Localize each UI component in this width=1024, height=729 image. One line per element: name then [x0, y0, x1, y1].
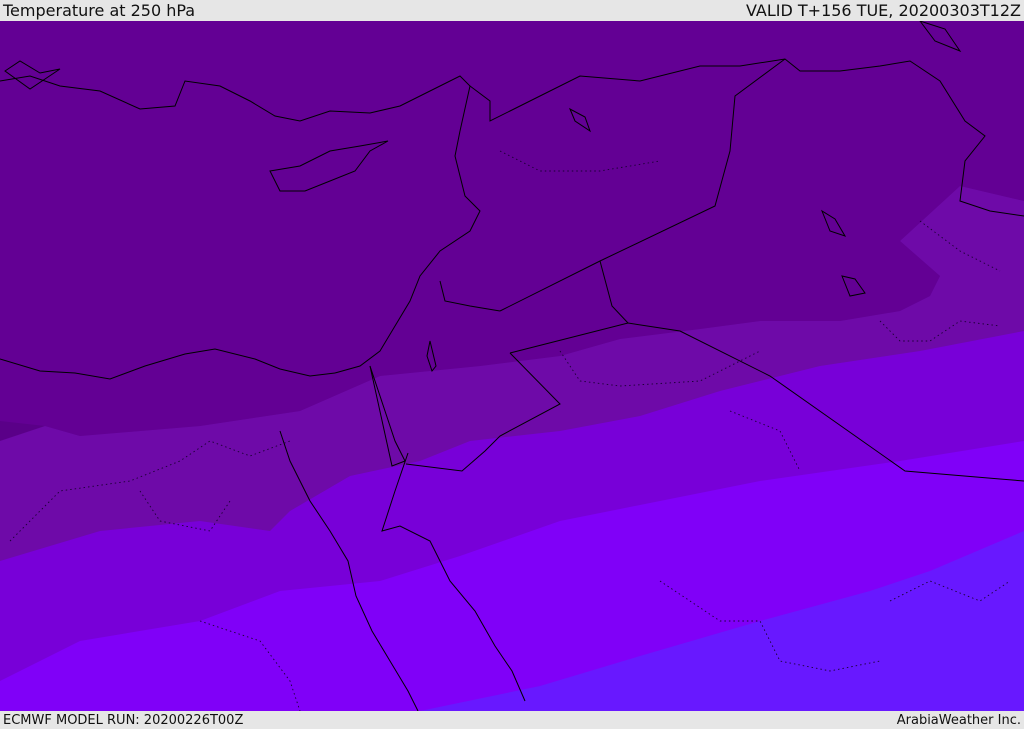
credit-label: ArabiaWeather Inc.: [896, 712, 1021, 728]
weather-map[interactable]: [0, 21, 1024, 711]
map-canvas: [0, 21, 1024, 711]
temperature-bands: [0, 21, 1024, 711]
valid-time-label: VALID T+156 TUE, 20200303T12Z: [745, 1, 1021, 20]
footer-bar: ECMWF MODEL RUN: 20200226T00Z ArabiaWeat…: [0, 711, 1024, 729]
header-bar: Temperature at 250 hPa VALID T+156 TUE, …: [0, 0, 1024, 21]
model-run-label: ECMWF MODEL RUN: 20200226T00Z: [3, 712, 244, 728]
map-title: Temperature at 250 hPa: [3, 1, 196, 20]
